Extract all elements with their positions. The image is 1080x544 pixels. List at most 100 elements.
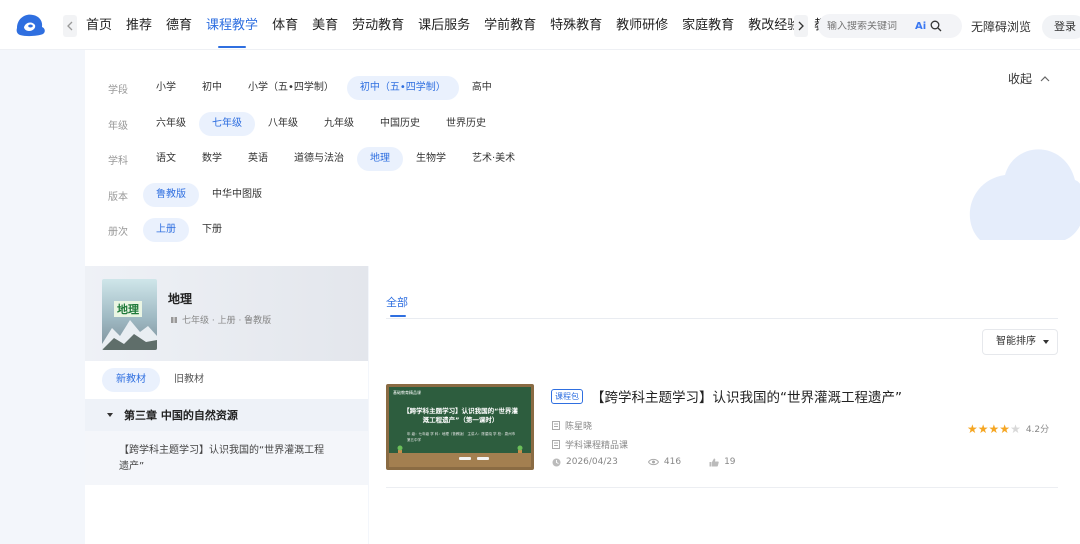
nav-item[interactable]: 教师研修: [616, 0, 668, 50]
star-icon: ★: [967, 421, 978, 436]
textbook-meta: 七年级 · 上册 · 鲁教版: [170, 313, 271, 326]
tab-all[interactable]: 全部: [386, 294, 408, 310]
filter-option[interactable]: 中国历史: [367, 112, 433, 136]
filter-label: 学科: [108, 155, 128, 167]
nav-item[interactable]: 美育: [312, 0, 338, 50]
publish-date: 2026/04/23: [566, 457, 618, 467]
thumbnail-title: 【跨学科主题学习】认识我国的“世界灌溉工程遗产”（第一课时）: [403, 407, 518, 424]
filter-label: 年级: [108, 120, 128, 132]
filter-option[interactable]: 小学（五•四学制）: [235, 76, 347, 100]
document-icon: [552, 421, 560, 430]
chalk-piece: [459, 457, 471, 460]
textbook-tab[interactable]: 旧教材: [160, 368, 218, 392]
filter-option[interactable]: 生物学: [403, 147, 459, 171]
filter-option[interactable]: 道德与法治: [281, 147, 357, 171]
view-count: 416: [663, 457, 682, 467]
filter-option[interactable]: 下册: [189, 218, 235, 242]
filter-options: 上册 下册: [143, 218, 235, 242]
filter-option[interactable]: 小学: [143, 76, 189, 100]
resource-category: 学科课程精品课: [552, 438, 628, 451]
nav-scroll-right-button[interactable]: [794, 15, 808, 37]
thumbs-up-icon: [709, 458, 719, 466]
clock-icon: [552, 458, 561, 466]
nav-item[interactable]: 首页: [86, 0, 112, 50]
nav-item[interactable]: 家庭教育: [682, 0, 734, 50]
document-icon: [552, 440, 560, 449]
lesson-item[interactable]: 【跨学科主题学习】认识我国的“世界灌溉工程遗产”: [85, 431, 368, 485]
textbook-tab[interactable]: 新教材: [102, 368, 160, 392]
nav-menu: 首页 推荐 德育 课程教学 体育 美育 劳动教育 课后服务 学前教育 特殊教育 教师研修 家庭教育 教改…: [86, 0, 854, 50]
filter-option[interactable]: 数学: [189, 147, 235, 171]
thumbnail-tag: 基础教育精品课: [393, 390, 421, 395]
ai-search-icon[interactable]: Ai: [915, 21, 926, 32]
nav-item[interactable]: 教改经验: [748, 0, 800, 50]
filter-option[interactable]: 初中（五•四学制）: [346, 76, 459, 100]
nav-item[interactable]: 体育: [272, 0, 298, 50]
logo-icon[interactable]: [14, 10, 48, 40]
nav-item[interactable]: 德育: [166, 0, 192, 50]
textbook-header: 地理 地理 七年级 · 上册 · 鲁教版: [85, 266, 368, 361]
accessibility-link[interactable]: 无障碍浏览: [971, 18, 1031, 35]
nav-scroll-left-button[interactable]: [63, 15, 77, 37]
rating: ★ ★ ★ ★ ★ 4.2分: [967, 421, 1049, 436]
filter-label: 册次: [108, 226, 128, 238]
active-tab-indicator: [390, 315, 406, 317]
filter-label: 学段: [108, 84, 128, 96]
filter-option[interactable]: 初中: [189, 76, 235, 100]
chapter-item[interactable]: 第三章 中国的自然资源: [85, 399, 368, 431]
resource-type-badge: 课程包: [551, 389, 583, 404]
resource-thumbnail[interactable]: 基础教育精品课 【跨学科主题学习】认识我国的“世界灌溉工程遗产”（第一课时） 年…: [386, 384, 534, 470]
category-text: 学科课程精品课: [565, 441, 629, 451]
star-icon: ★: [988, 421, 1000, 436]
filter-option[interactable]: 鲁教版: [143, 183, 199, 207]
top-navigation-bar: 首页 推荐 德育 课程教学 体育 美育 劳动教育 课后服务 学前教育 特殊教育 教师研修 家庭教育 教改…: [0, 0, 1080, 50]
textbook-meta-text: 七年级 · 上册 · 鲁教版: [182, 316, 272, 326]
resource-author: 陈星晓: [552, 419, 592, 432]
filter-option[interactable]: 六年级: [143, 112, 199, 136]
thumbnail-info: 年 级：七年级 学 科：地理（鲁教版） 主讲人：陈星晓 学 校：泉州市第五中学: [407, 432, 516, 442]
filter-options: 语文 数学 英语 道德与法治 地理 生物学 艺术·美术: [143, 147, 528, 171]
filter-options: 小学 初中 小学（五•四学制） 初中（五•四学制） 高中: [143, 76, 505, 100]
login-button[interactable]: 登录: [1042, 15, 1080, 39]
collapse-filters-button[interactable]: 收起: [1008, 70, 1050, 87]
like-count: 19: [724, 457, 736, 467]
filter-label: 版本: [108, 191, 128, 203]
filter-option[interactable]: 高中: [459, 76, 505, 100]
search-box[interactable]: Ai: [818, 14, 962, 38]
filter-option[interactable]: 八年级: [255, 112, 311, 136]
chevron-up-icon: [1040, 76, 1050, 82]
nav-item[interactable]: 特殊教育: [550, 0, 602, 50]
chalk-tray: [389, 453, 531, 467]
nav-item[interactable]: 推荐: [126, 0, 152, 50]
filter-option[interactable]: 七年级: [199, 112, 255, 136]
eye-icon: [647, 458, 659, 466]
filter-option[interactable]: 世界历史: [433, 112, 499, 136]
nav-item[interactable]: 学前教育: [484, 0, 536, 50]
chapter-title: 第三章 中国的自然资源: [124, 409, 238, 422]
star-icon: ★: [999, 421, 1011, 436]
tab-divider: [386, 318, 1058, 319]
resource-title[interactable]: 【跨学科主题学习】认识我国的“世界灌溉工程遗产”: [591, 386, 902, 406]
textbook-cover[interactable]: 地理: [102, 279, 157, 350]
book-icon: [171, 316, 177, 323]
star-icon: ★: [977, 421, 989, 436]
sort-dropdown[interactable]: 智能排序: [982, 329, 1058, 355]
filter-option[interactable]: 上册: [143, 218, 189, 242]
filter-option[interactable]: 九年级: [311, 112, 367, 136]
nav-item[interactable]: 劳动教育: [352, 0, 404, 50]
filter-option[interactable]: 中华中图版: [199, 183, 275, 207]
search-icon[interactable]: [930, 20, 942, 32]
search-input[interactable]: [827, 20, 909, 32]
star-icon: ★: [1010, 421, 1021, 436]
filter-option[interactable]: 语文: [143, 147, 189, 171]
author-name: 陈星晓: [565, 422, 593, 432]
filter-option[interactable]: 地理: [357, 147, 403, 171]
mountain-image: [102, 320, 157, 350]
nav-item[interactable]: 课程教学: [206, 0, 258, 50]
resource-stats: 2026/04/23 416 19: [552, 457, 736, 467]
filter-option[interactable]: 英语: [235, 147, 281, 171]
resource-list-panel: 全部 智能排序 基础教育精品课 【跨学科主题学习】认识我国的“世界灌溉工程遗产”…: [369, 266, 1080, 544]
nav-item[interactable]: 课后服务: [418, 0, 470, 50]
chevron-left-icon: [67, 21, 73, 31]
filter-option[interactable]: 艺术·美术: [459, 147, 528, 171]
